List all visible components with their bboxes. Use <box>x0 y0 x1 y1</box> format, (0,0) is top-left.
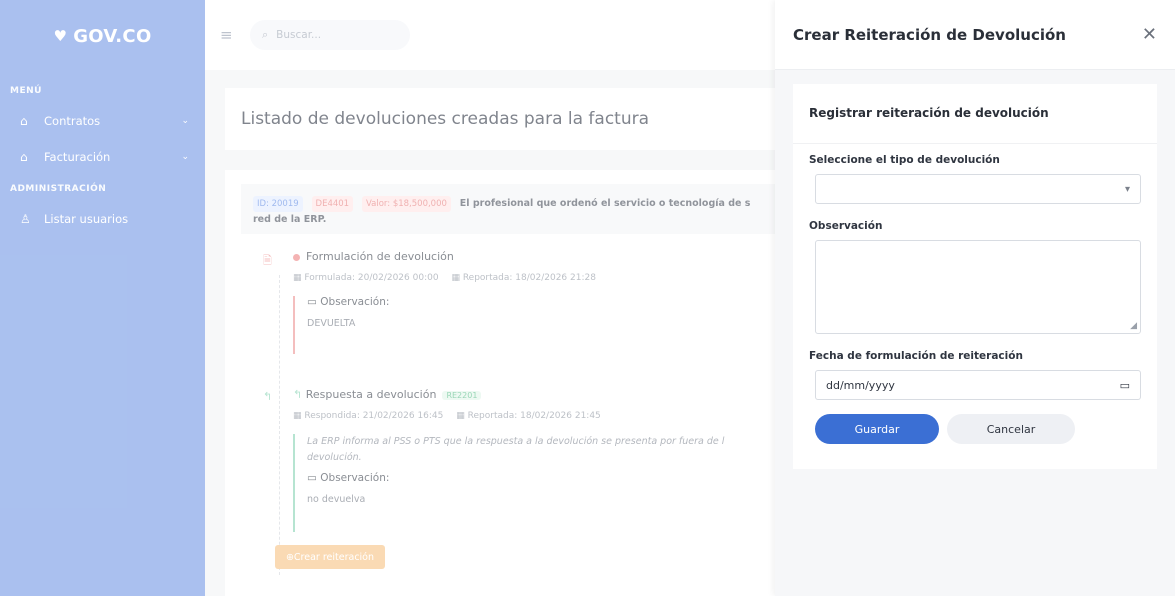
chevron-down-icon: ▾ <box>1124 183 1130 195</box>
date-label: Fecha de formulación de reiteración <box>809 350 1023 362</box>
type-label: Seleccione el tipo de devolución <box>809 154 1000 166</box>
drawer-header: Crear Reiteración de Devolución ✕ <box>775 0 1175 70</box>
cancel-button[interactable]: Cancelar <box>947 414 1075 444</box>
overlay-dim[interactable] <box>0 0 775 596</box>
resize-grip-icon[interactable]: ◢ <box>1130 321 1137 331</box>
reiteration-date-input[interactable]: dd/mm/yyyy ▭ <box>815 370 1141 400</box>
save-button[interactable]: Guardar <box>815 414 939 444</box>
observation-label: Observación <box>809 220 883 232</box>
form-title: Registrar reiteración de devolución <box>793 84 1157 144</box>
devolution-type-select[interactable]: ▾ <box>815 174 1141 204</box>
date-placeholder: dd/mm/yyyy <box>826 378 895 392</box>
observation-textarea[interactable]: ◢ <box>815 240 1141 334</box>
close-icon[interactable]: ✕ <box>1142 24 1157 45</box>
drawer-body: Registrar reiteración de devolución Sele… <box>775 70 1175 596</box>
reiteration-form: Registrar reiteración de devolución Sele… <box>793 84 1157 469</box>
drawer-title: Crear Reiteración de Devolución <box>793 25 1066 44</box>
create-reiteration-drawer: Crear Reiteración de Devolución ✕ Regist… <box>775 0 1175 596</box>
calendar-icon[interactable]: ▭ <box>1120 379 1130 392</box>
